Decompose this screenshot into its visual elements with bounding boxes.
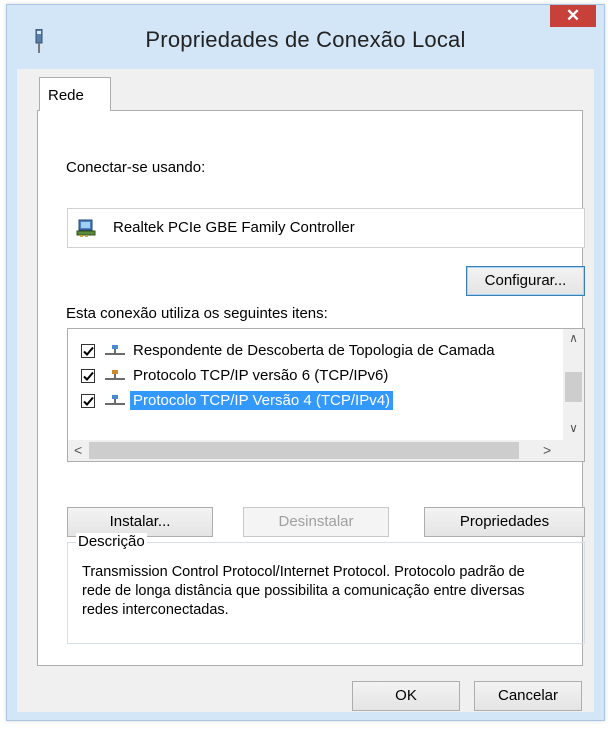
components-list[interactable]: Respondente de Descoberta de Topologia d…	[67, 328, 585, 462]
title-bar[interactable]: Propriedades de Conexão Local ✕	[7, 5, 604, 69]
horizontal-scroll-thumb[interactable]	[89, 442, 519, 459]
vertical-scroll-thumb[interactable]	[565, 372, 582, 402]
adapter-box: Realtek PCIe GBE Family Controller	[67, 208, 585, 248]
protocol-icon	[105, 370, 125, 380]
description-title: Descrição	[76, 533, 147, 550]
network-adapter-icon	[76, 219, 96, 237]
checkbox[interactable]	[81, 369, 95, 383]
tab-rede[interactable]: Rede	[39, 77, 111, 111]
protocol-icon	[105, 345, 125, 355]
list-item[interactable]: Respondente de Descoberta de Topologia d…	[68, 339, 564, 363]
items-label: Esta conexão utiliza os seguintes itens:	[66, 305, 328, 322]
item-label: Respondente de Descoberta de Topologia d…	[133, 342, 495, 359]
adapter-name: Realtek PCIe GBE Family Controller	[113, 219, 355, 236]
item-label: Protocolo TCP/IP Versão 4 (TCP/IPv4)	[130, 391, 394, 410]
checkbox[interactable]	[81, 344, 95, 358]
connect-using-label: Conectar-se usando:	[66, 159, 206, 176]
item-label: Protocolo TCP/IP versão 6 (TCP/IPv6)	[133, 367, 389, 384]
close-button[interactable]: ✕	[550, 5, 596, 27]
properties-button[interactable]: Propriedades	[424, 507, 585, 537]
ok-button[interactable]: OK	[352, 681, 460, 711]
horizontal-scrollbar[interactable]: < >	[68, 440, 584, 461]
list-item-selected[interactable]: Protocolo TCP/IP Versão 4 (TCP/IPv4)	[68, 389, 564, 413]
scroll-down-icon[interactable]: ∨	[563, 421, 584, 435]
vertical-scrollbar[interactable]: ∧ ∨	[563, 329, 584, 441]
scroll-left-icon[interactable]: <	[74, 442, 82, 458]
dialog-body: Rede Conectar-se usando: Realtek PCIe GB…	[17, 69, 594, 712]
tab-panel-rede: Conectar-se usando: Realtek PCIe GBE Fam…	[37, 110, 585, 666]
checkbox[interactable]	[81, 394, 95, 408]
scroll-up-icon[interactable]: ∧	[563, 331, 584, 345]
configure-button[interactable]: Configurar...	[466, 266, 585, 296]
list-item[interactable]: Protocolo TCP/IP versão 6 (TCP/IPv6)	[68, 364, 564, 388]
window-title: Propriedades de Conexão Local	[145, 27, 466, 52]
scroll-right-icon[interactable]: >	[543, 442, 551, 458]
properties-window: Propriedades de Conexão Local ✕ Rede Con…	[6, 4, 605, 721]
description-text: Transmission Control Protocol/Internet P…	[82, 564, 525, 618]
cancel-button[interactable]: Cancelar	[474, 681, 582, 711]
description-group: Descrição Transmission Control Protocol/…	[67, 533, 585, 644]
protocol-icon	[105, 395, 125, 405]
uninstall-button[interactable]: Desinstalar	[243, 507, 389, 537]
